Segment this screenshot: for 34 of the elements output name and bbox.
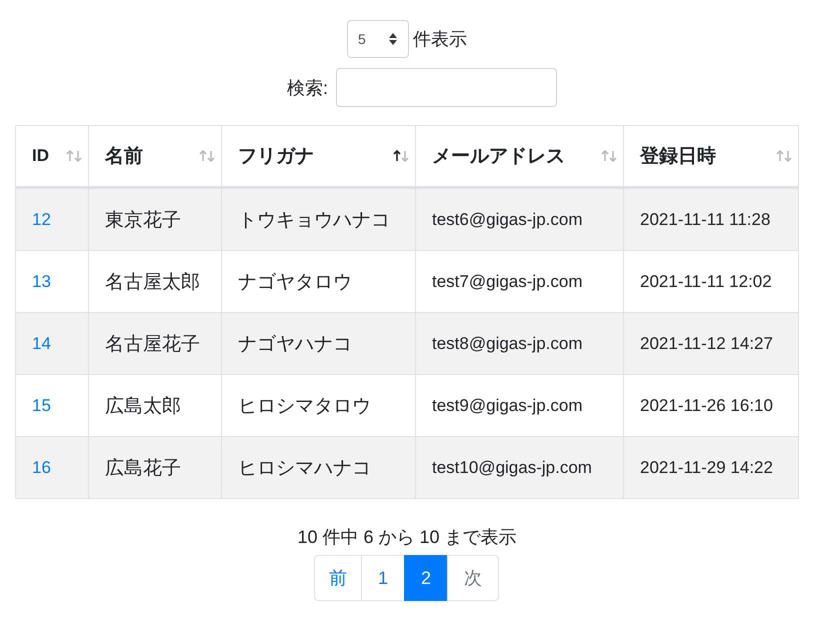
table-cell: test10@gigas-jp.com — [432, 458, 592, 476]
id-link[interactable]: 16 — [32, 458, 51, 476]
page-size-label: 件表示 — [413, 28, 467, 51]
table-cell: test9@gigas-jp.com — [432, 396, 582, 414]
table-cell: 広島花子 — [105, 458, 181, 478]
id-link[interactable]: 13 — [32, 272, 51, 290]
table-cell: ヒロシマタロウ — [238, 396, 371, 416]
page-button[interactable]: 1 — [360, 555, 405, 601]
id-link[interactable]: 15 — [32, 396, 51, 414]
id-link[interactable]: 12 — [32, 210, 51, 228]
table-cell: 2021-11-12 14:27 — [640, 334, 773, 352]
table-cell: 東京花子 — [105, 210, 181, 230]
table-cell: 名古屋花子 — [105, 334, 200, 354]
table-cell: トウキョウハナコ — [238, 210, 390, 230]
table-cell: 2021-11-11 11:28 — [640, 210, 770, 228]
page-button[interactable]: 前 — [314, 555, 362, 601]
table-cell: 名古屋太郎 — [105, 272, 200, 292]
table-cell: test6@gigas-jp.com — [432, 210, 582, 228]
table-cell: test8@gigas-jp.com — [432, 334, 582, 352]
table-cell: ナゴヤハナコ — [238, 334, 352, 354]
table-cell: ナゴヤタロウ — [238, 272, 352, 292]
page-size-select[interactable]: 5 — [347, 20, 409, 58]
table-cell: ヒロシマハナコ — [238, 458, 371, 478]
table-cell: 2021-11-29 14:22 — [640, 458, 773, 476]
table-info: 10 件中 6 から 10 まで表示 — [297, 526, 517, 549]
search-label: 検索: — [286, 76, 328, 100]
table-cell: test7@gigas-jp.com — [432, 272, 582, 290]
up-down-caret-icon — [388, 32, 398, 46]
page-button[interactable]: 2 — [404, 555, 448, 601]
table-cell: 2021-11-11 12:02 — [640, 272, 772, 290]
table-cell: 広島太郎 — [105, 396, 181, 416]
id-link[interactable]: 14 — [32, 334, 51, 352]
search-field[interactable] — [336, 68, 557, 107]
table-cell: 2021-11-26 16:10 — [640, 396, 773, 414]
